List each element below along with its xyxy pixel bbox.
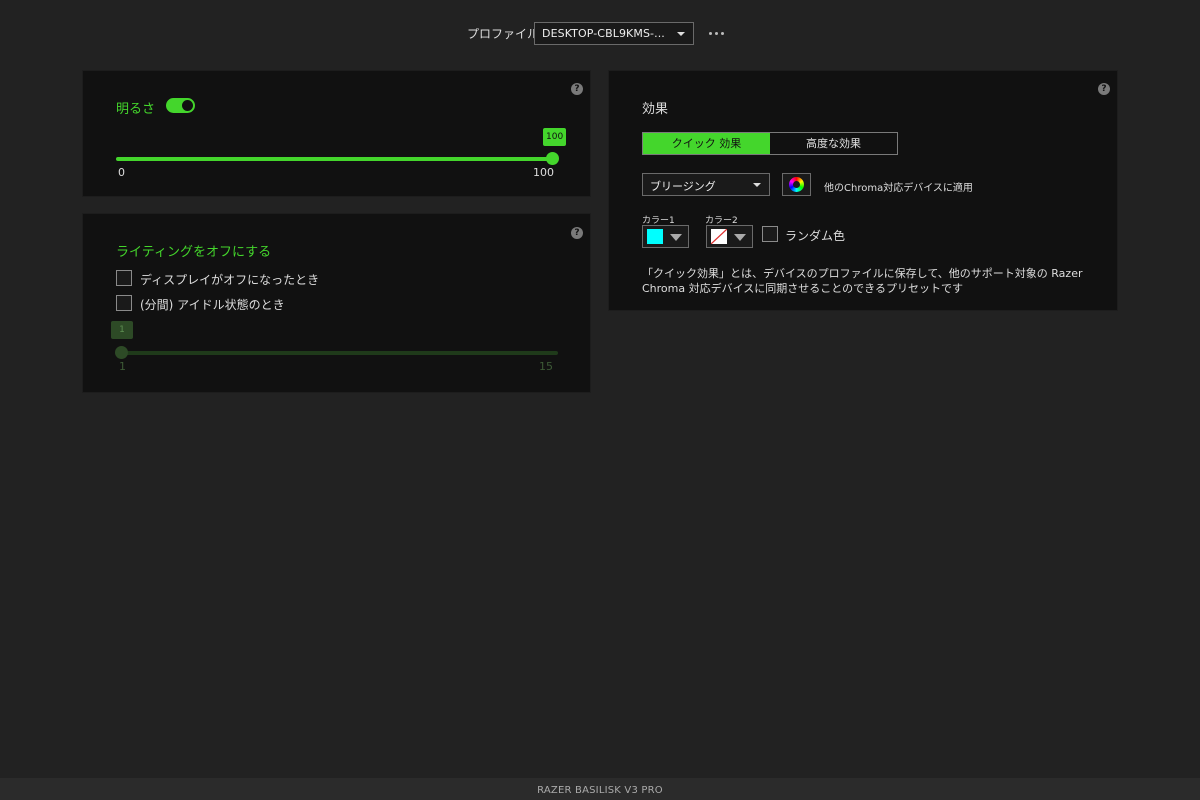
brightness-max-label: 100	[533, 166, 554, 179]
tab-quick-effects[interactable]: クイック 効果	[643, 133, 770, 154]
help-icon[interactable]: ?	[1098, 83, 1110, 95]
toggle-knob	[182, 100, 193, 111]
brightness-slider-track[interactable]	[116, 157, 553, 161]
footer: RAZER BASILISK V3 PRO	[0, 778, 1200, 800]
chevron-down-icon	[734, 234, 746, 241]
lighting-off-panel: ライティングをオフにする ? ディスプレイがオフになったとき (分間) アイドル…	[82, 213, 591, 393]
idle-slider-thumb[interactable]	[115, 346, 128, 359]
brightness-title: 明るさ	[116, 102, 156, 117]
idle-label: (分間) アイドル状態のとき	[140, 298, 285, 312]
profile-value: DESKTOP-CBL9KMS-...	[542, 27, 665, 40]
lighting-off-title: ライティングをオフにする	[116, 245, 272, 260]
random-color-label: ランダム色	[785, 229, 846, 243]
idle-checkbox[interactable]	[116, 295, 132, 311]
effect-dropdown[interactable]: ブリージング	[642, 173, 770, 196]
idle-value-bubble: 1	[111, 321, 133, 339]
chroma-apply-button[interactable]	[782, 173, 811, 196]
more-options-button[interactable]	[706, 26, 726, 40]
more-horizontal-icon	[715, 32, 718, 35]
idle-slider-track[interactable]	[116, 351, 558, 355]
no-color-icon	[710, 228, 728, 245]
color2-swatch-none	[710, 228, 728, 245]
idle-min-label: 1	[119, 360, 126, 373]
brightness-value-bubble: 100	[543, 128, 567, 146]
color1-swatch	[647, 229, 663, 244]
color1-picker[interactable]	[642, 225, 689, 248]
brightness-panel: 明るさ ? 100 0 100	[82, 70, 591, 197]
chevron-down-icon	[670, 234, 682, 241]
quick-effects-description-line1: 「クイック効果」とは、デバイスのプロファイルに保存して、他のサポート対象の Ra…	[642, 267, 1083, 280]
brightness-slider-thumb[interactable]	[546, 152, 559, 165]
idle-max-label: 15	[539, 360, 553, 373]
brightness-min-label: 0	[118, 166, 125, 179]
more-horizontal-icon	[721, 32, 724, 35]
profile-dropdown[interactable]: DESKTOP-CBL9KMS-...	[534, 22, 694, 45]
help-icon[interactable]: ?	[571, 83, 583, 95]
profile-label: プロファイル	[467, 27, 540, 41]
device-name: RAZER BASILISK V3 PRO	[537, 785, 663, 796]
display-off-checkbox[interactable]	[116, 270, 132, 286]
tab-advanced-effects[interactable]: 高度な効果	[770, 133, 897, 154]
effects-panel: 効果 ? クイック 効果 高度な効果 ブリージング 他のChroma対応デバイス…	[608, 70, 1118, 311]
effects-title: 効果	[642, 102, 669, 117]
brightness-toggle[interactable]	[166, 98, 195, 113]
display-off-label: ディスプレイがオフになったとき	[140, 273, 320, 287]
effect-value: ブリージング	[650, 180, 716, 193]
apply-to-chroma-label: 他のChroma対応デバイスに適用	[824, 183, 973, 194]
help-icon[interactable]: ?	[571, 227, 583, 239]
chevron-down-icon	[753, 183, 761, 187]
header: プロファイル DESKTOP-CBL9KMS-...	[0, 0, 1200, 66]
quick-effects-description-line2: Chroma 対応デバイスに同期させることのできるプリセットです	[642, 282, 963, 295]
color2-picker[interactable]	[706, 225, 753, 248]
chevron-down-icon	[677, 32, 685, 36]
color-wheel-icon	[789, 177, 804, 192]
effect-mode-tabs: クイック 効果 高度な効果	[642, 132, 898, 155]
more-horizontal-icon	[709, 32, 712, 35]
random-color-checkbox[interactable]	[762, 226, 778, 242]
